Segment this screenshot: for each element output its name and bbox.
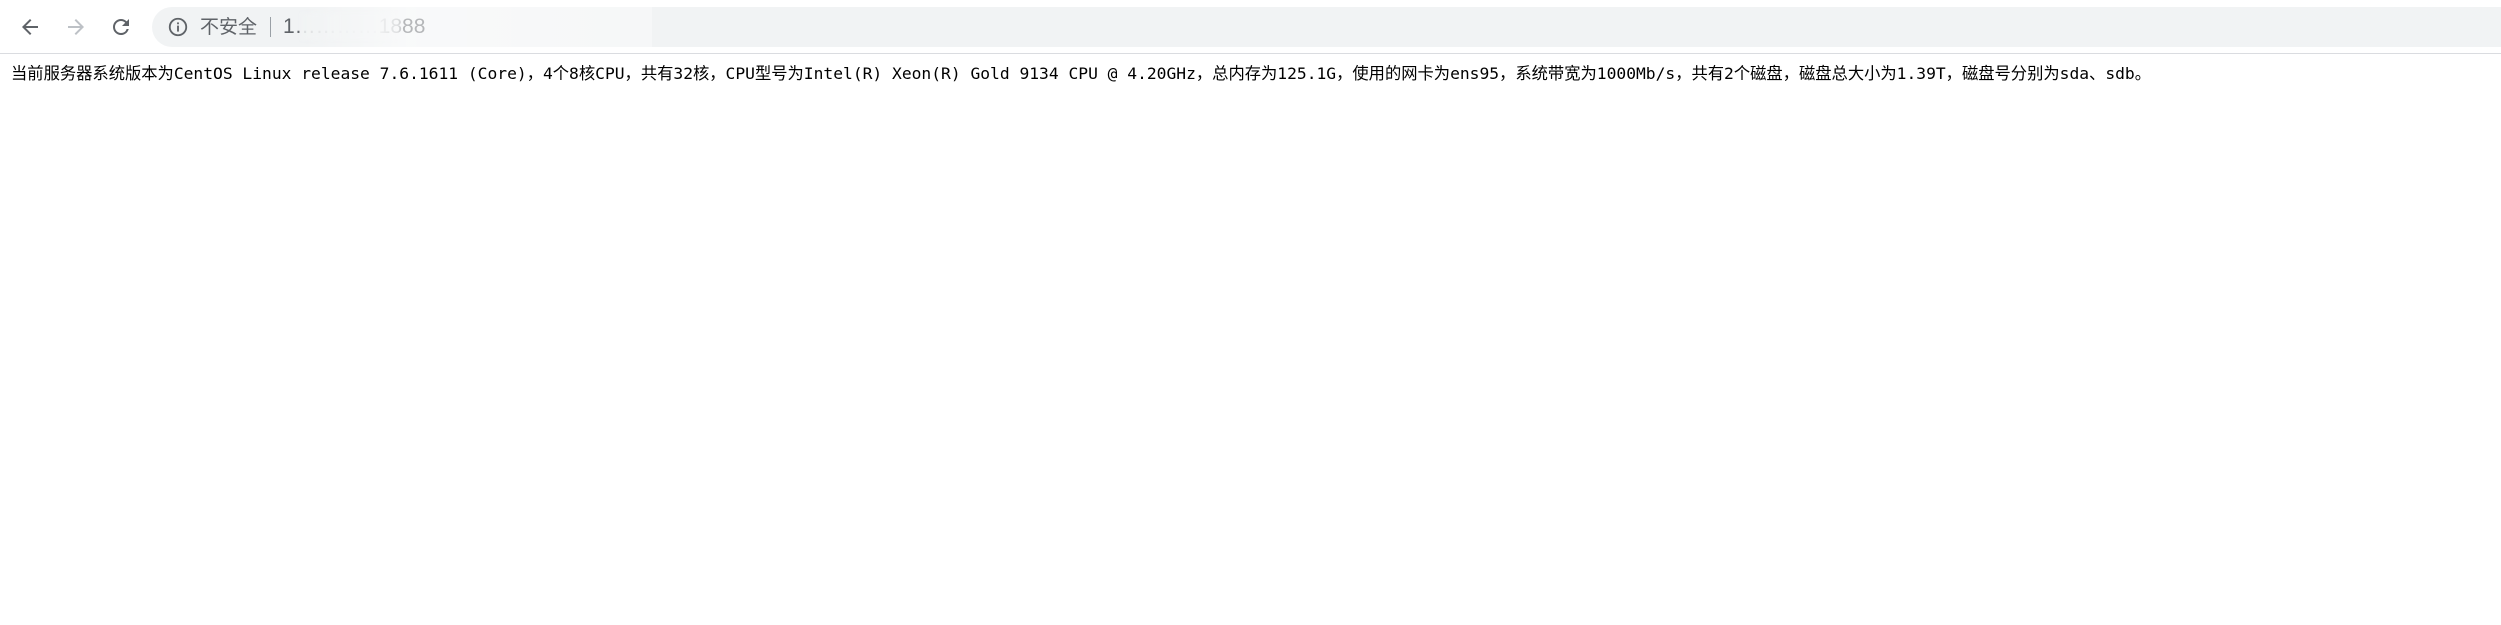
reload-icon [113,19,129,35]
page-body-text: 当前服务器系统版本为CentOS Linux release 7.6.1611 … [11,64,2152,83]
forward-button[interactable] [59,10,93,44]
address-bar[interactable]: 不安全 1​…………1888 [152,7,2501,47]
security-status-label[interactable]: 不安全 [200,16,257,38]
browser-toolbar: 不安全 1​…………1888 [0,0,2501,54]
omnibox-separator [270,17,271,37]
arrow-left-icon [22,19,38,35]
reload-button[interactable] [104,10,138,44]
arrow-right-icon [68,19,84,35]
info-circle-icon[interactable] [167,16,189,38]
back-button[interactable] [13,10,47,44]
url-redaction [301,13,401,40]
